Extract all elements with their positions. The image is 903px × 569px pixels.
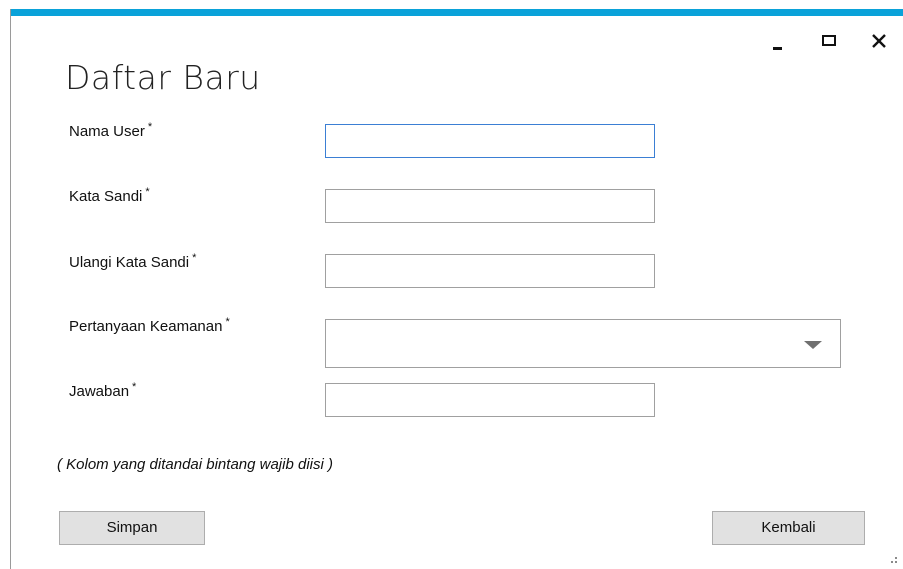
resize-grip-icon[interactable] <box>889 557 897 565</box>
save-button[interactable]: Simpan <box>59 511 205 545</box>
password-input[interactable] <box>325 189 655 223</box>
maximize-icon <box>822 35 836 46</box>
confirm-password-label: Ulangi Kata Sandi * <box>69 252 196 271</box>
username-label: Nama User * <box>69 121 152 140</box>
password-label: Kata Sandi * <box>69 186 150 205</box>
page-title: Daftar Baru <box>65 58 261 97</box>
password-label-text: Kata Sandi <box>69 188 143 205</box>
answer-input[interactable] <box>325 383 655 417</box>
minimize-button[interactable] <box>763 29 793 55</box>
registration-window: Daftar Baru Nama User * Kata Sandi * Ulang… <box>10 9 903 569</box>
required-mark: * <box>145 186 150 198</box>
close-button[interactable] <box>864 29 894 55</box>
confirm-password-input[interactable] <box>325 254 655 288</box>
required-note: ( Kolom yang ditandai bintang wajib diis… <box>57 456 333 473</box>
maximize-button[interactable] <box>814 29 844 55</box>
security-question-label-text: Pertanyaan Keamanan <box>69 318 223 335</box>
close-icon <box>872 34 886 48</box>
username-label-text: Nama User <box>69 123 145 140</box>
back-button[interactable]: Kembali <box>712 511 865 545</box>
minimize-icon <box>773 47 782 50</box>
required-mark: * <box>147 121 153 133</box>
answer-label: Jawaban * <box>69 381 136 400</box>
required-mark: * <box>225 316 230 328</box>
answer-label-text: Jawaban <box>69 383 130 400</box>
required-mark: * <box>132 381 137 393</box>
confirm-password-label-text: Ulangi Kata Sandi <box>69 254 190 271</box>
security-question-label: Pertanyaan Keamanan * <box>69 316 230 335</box>
window-accent-bar <box>11 9 903 16</box>
chevron-down-icon[interactable] <box>804 341 822 349</box>
username-input[interactable] <box>325 124 655 158</box>
security-question-select[interactable] <box>325 319 841 368</box>
required-mark: * <box>192 252 197 264</box>
